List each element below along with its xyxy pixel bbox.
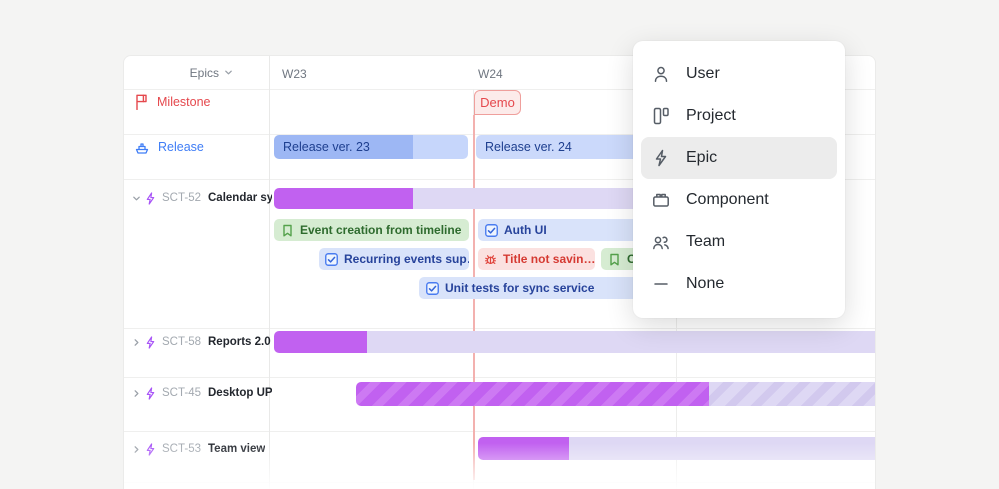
row-divider bbox=[124, 377, 875, 378]
flag-icon bbox=[134, 94, 149, 110]
release-bar-ver23-tail[interactable] bbox=[413, 135, 468, 159]
release-bar-ver23-label: Release ver. 23 bbox=[283, 140, 370, 154]
epic-name: Calendar sync bbox=[208, 192, 272, 204]
chevron-right-icon[interactable] bbox=[132, 338, 141, 347]
component-icon bbox=[651, 190, 671, 210]
task-chip-event-creation[interactable]: Event creation from timeline bbox=[274, 219, 469, 241]
week-header-w23: W23 bbox=[282, 67, 307, 81]
menu-item-project[interactable]: Project bbox=[641, 95, 837, 137]
epic-bolt-icon bbox=[145, 387, 156, 400]
chevron-right-icon[interactable] bbox=[132, 389, 141, 398]
user-icon bbox=[651, 64, 671, 84]
milestone-demo[interactable]: Demo bbox=[474, 90, 521, 115]
epic-id: SCT-52 bbox=[162, 192, 201, 204]
menu-item-label: Team bbox=[686, 233, 725, 251]
task-chip-label: Title not savin… bbox=[503, 252, 595, 266]
release-bar-ver23[interactable]: Release ver. 23 bbox=[274, 135, 413, 159]
epic-bolt-icon bbox=[145, 192, 156, 205]
release-row-text: Release bbox=[158, 140, 204, 154]
epic-id: SCT-58 bbox=[162, 336, 201, 348]
group-by-selector[interactable]: Epics bbox=[124, 56, 269, 89]
bookmark-icon bbox=[281, 224, 294, 237]
menu-item-label: User bbox=[686, 65, 720, 83]
milestone-demo-label: Demo bbox=[480, 95, 515, 110]
none-icon bbox=[651, 274, 671, 294]
menu-item-label: None bbox=[686, 275, 724, 293]
epic-bar-sct52[interactable] bbox=[274, 188, 413, 209]
epic-bar-sct58-projected[interactable] bbox=[367, 331, 876, 353]
row-divider bbox=[124, 328, 875, 329]
menu-item-label: Epic bbox=[686, 149, 717, 167]
week-header-w24: W24 bbox=[478, 67, 503, 81]
checkbox-icon bbox=[426, 282, 439, 295]
epic-bar-sct45[interactable] bbox=[356, 382, 709, 406]
group-by-label: Epics bbox=[190, 66, 219, 80]
epic-bar-sct58[interactable] bbox=[274, 331, 367, 353]
checkbox-icon bbox=[325, 253, 338, 266]
menu-item-label: Project bbox=[686, 107, 736, 125]
task-chip-label: Event creation from timeline bbox=[300, 223, 461, 237]
menu-item-team[interactable]: Team bbox=[641, 221, 837, 263]
release-bar-ver24-label: Release ver. 24 bbox=[485, 140, 572, 154]
milestone-row-text: Milestone bbox=[157, 95, 211, 109]
epic-icon bbox=[651, 148, 671, 168]
menu-item-label: Component bbox=[686, 191, 769, 209]
bookmark-icon bbox=[608, 253, 621, 266]
checkbox-icon bbox=[485, 224, 498, 237]
timeline-app: Epics W23 W24 Milestone Demo Release bbox=[0, 0, 999, 489]
task-chip-title-bug[interactable]: Title not savin… bbox=[478, 248, 595, 270]
chevron-down-icon[interactable] bbox=[132, 194, 141, 203]
task-chip-label: Auth UI bbox=[504, 223, 547, 237]
bug-icon bbox=[484, 253, 497, 266]
task-chip-label: Unit tests for sync service bbox=[445, 281, 594, 295]
epic-bar-sct45-projected[interactable] bbox=[709, 382, 876, 406]
project-icon bbox=[651, 106, 671, 126]
epic-row-sct58[interactable]: SCT-58 Reports 2.0 bbox=[132, 332, 271, 352]
bottom-fade bbox=[124, 443, 875, 489]
epic-bolt-icon bbox=[145, 336, 156, 349]
epic-id: SCT-45 bbox=[162, 387, 201, 399]
epic-row-sct45[interactable]: SCT-45 Desktop UPD bbox=[132, 383, 272, 403]
menu-item-component[interactable]: Component bbox=[641, 179, 837, 221]
menu-item-epic[interactable]: Epic bbox=[641, 137, 837, 179]
task-chip-label: Recurring events sup… bbox=[344, 252, 469, 266]
task-chip-recurring[interactable]: Recurring events sup… bbox=[319, 248, 469, 270]
menu-item-user[interactable]: User bbox=[641, 53, 837, 95]
task-chip-unit-tests[interactable]: Unit tests for sync service bbox=[419, 277, 656, 299]
milestone-row-label[interactable]: Milestone bbox=[134, 92, 211, 112]
epic-row-sct52[interactable]: SCT-52 Calendar sync bbox=[132, 188, 272, 208]
chevron-down-icon bbox=[224, 68, 233, 77]
epic-name: Reports 2.0 bbox=[208, 336, 271, 348]
epic-name: Desktop UPD bbox=[208, 387, 272, 399]
row-divider bbox=[124, 431, 875, 432]
group-by-dropdown: User Project Epic Component Team bbox=[633, 41, 845, 318]
menu-item-none[interactable]: None bbox=[641, 263, 837, 305]
team-icon bbox=[651, 232, 671, 252]
panel-border bbox=[269, 56, 270, 489]
ship-icon bbox=[134, 139, 150, 155]
release-row-label[interactable]: Release bbox=[134, 137, 204, 157]
